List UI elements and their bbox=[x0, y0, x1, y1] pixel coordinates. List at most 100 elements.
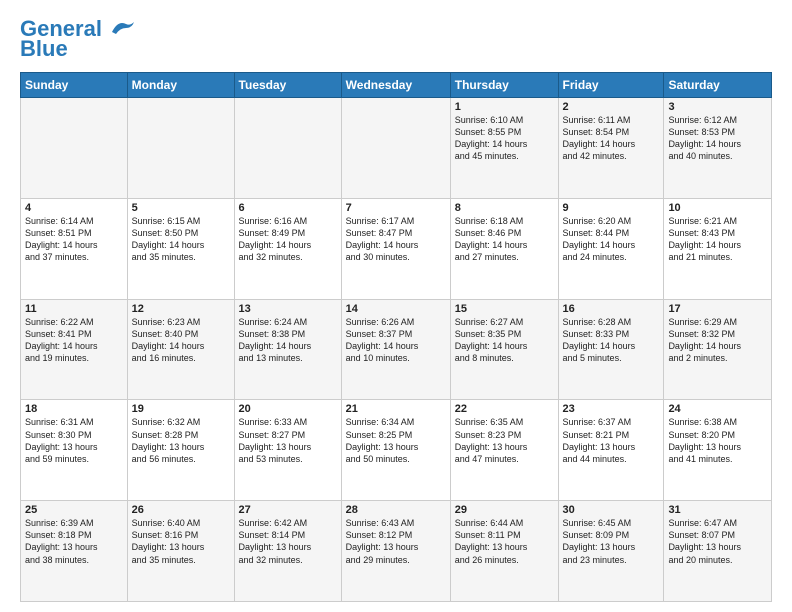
calendar-cell: 29Sunrise: 6:44 AM Sunset: 8:11 PM Dayli… bbox=[450, 501, 558, 602]
day-number: 19 bbox=[132, 403, 230, 415]
day-number: 18 bbox=[25, 403, 123, 415]
calendar-cell bbox=[127, 98, 234, 199]
day-number: 2 bbox=[563, 101, 660, 113]
calendar-week-3: 11Sunrise: 6:22 AM Sunset: 8:41 PM Dayli… bbox=[21, 299, 772, 400]
day-number: 16 bbox=[563, 303, 660, 315]
day-info: Sunrise: 6:44 AM Sunset: 8:11 PM Dayligh… bbox=[455, 517, 554, 566]
calendar-week-1: 1Sunrise: 6:10 AM Sunset: 8:55 PM Daylig… bbox=[21, 98, 772, 199]
day-info: Sunrise: 6:45 AM Sunset: 8:09 PM Dayligh… bbox=[563, 517, 660, 566]
day-number: 5 bbox=[132, 202, 230, 214]
calendar-table: SundayMondayTuesdayWednesdayThursdayFrid… bbox=[20, 72, 772, 602]
calendar-cell: 9Sunrise: 6:20 AM Sunset: 8:44 PM Daylig… bbox=[558, 198, 664, 299]
logo-blue: Blue bbox=[20, 36, 68, 62]
day-number: 23 bbox=[563, 403, 660, 415]
calendar-week-2: 4Sunrise: 6:14 AM Sunset: 8:51 PM Daylig… bbox=[21, 198, 772, 299]
calendar-cell bbox=[234, 98, 341, 199]
day-number: 8 bbox=[455, 202, 554, 214]
calendar-cell: 16Sunrise: 6:28 AM Sunset: 8:33 PM Dayli… bbox=[558, 299, 664, 400]
day-number: 14 bbox=[346, 303, 446, 315]
calendar-cell: 19Sunrise: 6:32 AM Sunset: 8:28 PM Dayli… bbox=[127, 400, 234, 501]
weekday-header-monday: Monday bbox=[127, 73, 234, 98]
calendar-cell: 4Sunrise: 6:14 AM Sunset: 8:51 PM Daylig… bbox=[21, 198, 128, 299]
day-info: Sunrise: 6:22 AM Sunset: 8:41 PM Dayligh… bbox=[25, 316, 123, 365]
calendar-cell: 22Sunrise: 6:35 AM Sunset: 8:23 PM Dayli… bbox=[450, 400, 558, 501]
day-info: Sunrise: 6:15 AM Sunset: 8:50 PM Dayligh… bbox=[132, 215, 230, 264]
calendar-cell: 14Sunrise: 6:26 AM Sunset: 8:37 PM Dayli… bbox=[341, 299, 450, 400]
calendar-cell: 25Sunrise: 6:39 AM Sunset: 8:18 PM Dayli… bbox=[21, 501, 128, 602]
weekday-header-tuesday: Tuesday bbox=[234, 73, 341, 98]
weekday-header-thursday: Thursday bbox=[450, 73, 558, 98]
header: General Blue bbox=[20, 16, 772, 62]
day-info: Sunrise: 6:10 AM Sunset: 8:55 PM Dayligh… bbox=[455, 114, 554, 163]
day-number: 12 bbox=[132, 303, 230, 315]
day-number: 28 bbox=[346, 504, 446, 516]
calendar-cell: 8Sunrise: 6:18 AM Sunset: 8:46 PM Daylig… bbox=[450, 198, 558, 299]
weekday-header-saturday: Saturday bbox=[664, 73, 772, 98]
calendar-week-4: 18Sunrise: 6:31 AM Sunset: 8:30 PM Dayli… bbox=[21, 400, 772, 501]
day-info: Sunrise: 6:42 AM Sunset: 8:14 PM Dayligh… bbox=[239, 517, 337, 566]
day-number: 13 bbox=[239, 303, 337, 315]
day-info: Sunrise: 6:26 AM Sunset: 8:37 PM Dayligh… bbox=[346, 316, 446, 365]
day-number: 9 bbox=[563, 202, 660, 214]
day-info: Sunrise: 6:14 AM Sunset: 8:51 PM Dayligh… bbox=[25, 215, 123, 264]
day-info: Sunrise: 6:21 AM Sunset: 8:43 PM Dayligh… bbox=[668, 215, 767, 264]
calendar-cell: 24Sunrise: 6:38 AM Sunset: 8:20 PM Dayli… bbox=[664, 400, 772, 501]
day-info: Sunrise: 6:31 AM Sunset: 8:30 PM Dayligh… bbox=[25, 416, 123, 465]
day-number: 7 bbox=[346, 202, 446, 214]
day-number: 26 bbox=[132, 504, 230, 516]
page: General Blue SundayMondayTuesdayWednesda… bbox=[0, 0, 792, 612]
day-info: Sunrise: 6:27 AM Sunset: 8:35 PM Dayligh… bbox=[455, 316, 554, 365]
calendar-cell: 11Sunrise: 6:22 AM Sunset: 8:41 PM Dayli… bbox=[21, 299, 128, 400]
day-info: Sunrise: 6:34 AM Sunset: 8:25 PM Dayligh… bbox=[346, 416, 446, 465]
day-info: Sunrise: 6:37 AM Sunset: 8:21 PM Dayligh… bbox=[563, 416, 660, 465]
day-info: Sunrise: 6:47 AM Sunset: 8:07 PM Dayligh… bbox=[668, 517, 767, 566]
day-info: Sunrise: 6:24 AM Sunset: 8:38 PM Dayligh… bbox=[239, 316, 337, 365]
calendar-cell: 23Sunrise: 6:37 AM Sunset: 8:21 PM Dayli… bbox=[558, 400, 664, 501]
day-number: 29 bbox=[455, 504, 554, 516]
day-number: 27 bbox=[239, 504, 337, 516]
weekday-row: SundayMondayTuesdayWednesdayThursdayFrid… bbox=[21, 73, 772, 98]
calendar-cell: 20Sunrise: 6:33 AM Sunset: 8:27 PM Dayli… bbox=[234, 400, 341, 501]
calendar-cell: 1Sunrise: 6:10 AM Sunset: 8:55 PM Daylig… bbox=[450, 98, 558, 199]
calendar-cell: 17Sunrise: 6:29 AM Sunset: 8:32 PM Dayli… bbox=[664, 299, 772, 400]
day-info: Sunrise: 6:17 AM Sunset: 8:47 PM Dayligh… bbox=[346, 215, 446, 264]
calendar-cell: 7Sunrise: 6:17 AM Sunset: 8:47 PM Daylig… bbox=[341, 198, 450, 299]
calendar-cell: 12Sunrise: 6:23 AM Sunset: 8:40 PM Dayli… bbox=[127, 299, 234, 400]
calendar-cell: 13Sunrise: 6:24 AM Sunset: 8:38 PM Dayli… bbox=[234, 299, 341, 400]
day-info: Sunrise: 6:16 AM Sunset: 8:49 PM Dayligh… bbox=[239, 215, 337, 264]
day-number: 11 bbox=[25, 303, 123, 315]
day-info: Sunrise: 6:33 AM Sunset: 8:27 PM Dayligh… bbox=[239, 416, 337, 465]
day-number: 30 bbox=[563, 504, 660, 516]
calendar-cell: 6Sunrise: 6:16 AM Sunset: 8:49 PM Daylig… bbox=[234, 198, 341, 299]
day-number: 10 bbox=[668, 202, 767, 214]
day-info: Sunrise: 6:28 AM Sunset: 8:33 PM Dayligh… bbox=[563, 316, 660, 365]
calendar-cell: 26Sunrise: 6:40 AM Sunset: 8:16 PM Dayli… bbox=[127, 501, 234, 602]
calendar-cell: 27Sunrise: 6:42 AM Sunset: 8:14 PM Dayli… bbox=[234, 501, 341, 602]
day-number: 22 bbox=[455, 403, 554, 415]
weekday-header-sunday: Sunday bbox=[21, 73, 128, 98]
calendar-cell: 18Sunrise: 6:31 AM Sunset: 8:30 PM Dayli… bbox=[21, 400, 128, 501]
calendar-body: 1Sunrise: 6:10 AM Sunset: 8:55 PM Daylig… bbox=[21, 98, 772, 602]
day-info: Sunrise: 6:20 AM Sunset: 8:44 PM Dayligh… bbox=[563, 215, 660, 264]
logo-bird-icon bbox=[106, 18, 138, 40]
weekday-header-friday: Friday bbox=[558, 73, 664, 98]
day-number: 31 bbox=[668, 504, 767, 516]
calendar-cell bbox=[341, 98, 450, 199]
day-info: Sunrise: 6:11 AM Sunset: 8:54 PM Dayligh… bbox=[563, 114, 660, 163]
calendar-cell: 21Sunrise: 6:34 AM Sunset: 8:25 PM Dayli… bbox=[341, 400, 450, 501]
day-number: 6 bbox=[239, 202, 337, 214]
day-number: 21 bbox=[346, 403, 446, 415]
day-number: 24 bbox=[668, 403, 767, 415]
day-number: 20 bbox=[239, 403, 337, 415]
calendar-cell: 2Sunrise: 6:11 AM Sunset: 8:54 PM Daylig… bbox=[558, 98, 664, 199]
day-number: 25 bbox=[25, 504, 123, 516]
day-info: Sunrise: 6:12 AM Sunset: 8:53 PM Dayligh… bbox=[668, 114, 767, 163]
calendar-cell: 31Sunrise: 6:47 AM Sunset: 8:07 PM Dayli… bbox=[664, 501, 772, 602]
calendar-week-5: 25Sunrise: 6:39 AM Sunset: 8:18 PM Dayli… bbox=[21, 501, 772, 602]
calendar-cell bbox=[21, 98, 128, 199]
day-info: Sunrise: 6:29 AM Sunset: 8:32 PM Dayligh… bbox=[668, 316, 767, 365]
day-info: Sunrise: 6:39 AM Sunset: 8:18 PM Dayligh… bbox=[25, 517, 123, 566]
logo: General Blue bbox=[20, 16, 138, 62]
day-number: 4 bbox=[25, 202, 123, 214]
day-info: Sunrise: 6:32 AM Sunset: 8:28 PM Dayligh… bbox=[132, 416, 230, 465]
